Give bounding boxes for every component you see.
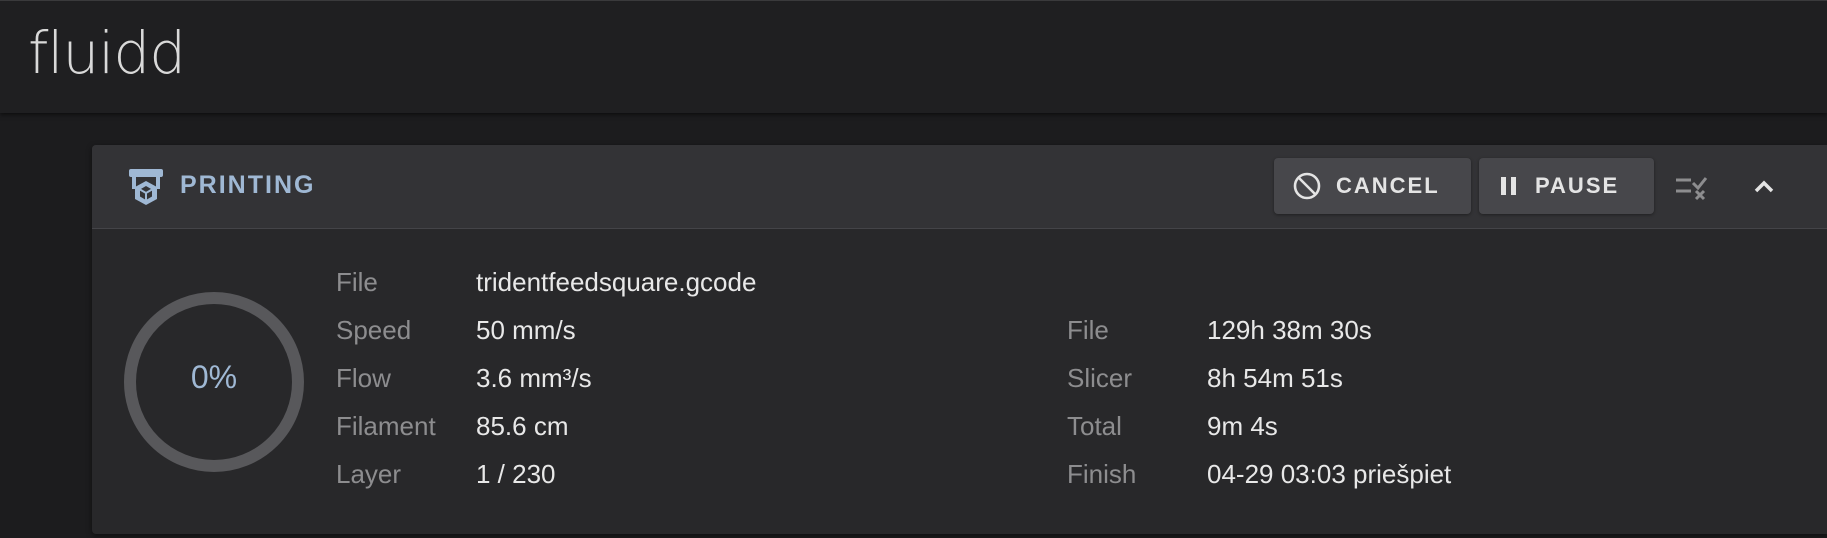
pause-button[interactable]: PAUSE (1479, 158, 1654, 214)
cancel-label: CANCEL (1336, 173, 1440, 198)
speed-label: Speed (336, 315, 412, 345)
status-card: PRINTING CANCEL PAUSE 0% File tridentfee… (92, 145, 1827, 534)
status-card-header: PRINTING CANCEL PAUSE (92, 145, 1827, 229)
cancel-button[interactable]: CANCEL (1274, 158, 1471, 214)
file-value: tridentfeedsquare.gcode (476, 267, 757, 297)
flow-label: Flow (336, 363, 391, 393)
pause-icon (1501, 177, 1516, 195)
cancel-icon (1293, 172, 1321, 200)
chevron-up-icon[interactable] (1747, 172, 1781, 202)
time-total-label: Total (1067, 411, 1122, 441)
app-logo[interactable]: fluidd (28, 19, 186, 87)
time-total-value: 9m 4s (1207, 411, 1278, 441)
time-finish-value: 04-29 03:03 priešpiet (1207, 459, 1452, 489)
speed-value: 50 mm/s (476, 315, 576, 345)
printer-icon (129, 169, 163, 205)
pause-label: PAUSE (1535, 173, 1620, 198)
time-file-label: File (1067, 315, 1109, 345)
time-slicer-label: Slicer (1067, 363, 1133, 393)
flow-value: 3.6 mm³/s (476, 363, 592, 393)
time-file-value: 129h 38m 30s (1207, 315, 1372, 345)
layer-value: 1 / 230 (476, 459, 556, 489)
time-finish-label: Finish (1067, 459, 1137, 489)
status-title: PRINTING (180, 171, 316, 199)
filament-value: 85.6 cm (476, 411, 569, 441)
layer-label: Layer (336, 459, 402, 489)
filament-label: Filament (336, 411, 436, 441)
file-label: File (336, 267, 378, 297)
clear-exclude-icon[interactable] (1674, 172, 1708, 202)
time-slicer-value: 8h 54m 51s (1207, 363, 1343, 393)
progress-percent: 0% (190, 359, 238, 395)
app-bar: fluidd (0, 0, 1827, 113)
